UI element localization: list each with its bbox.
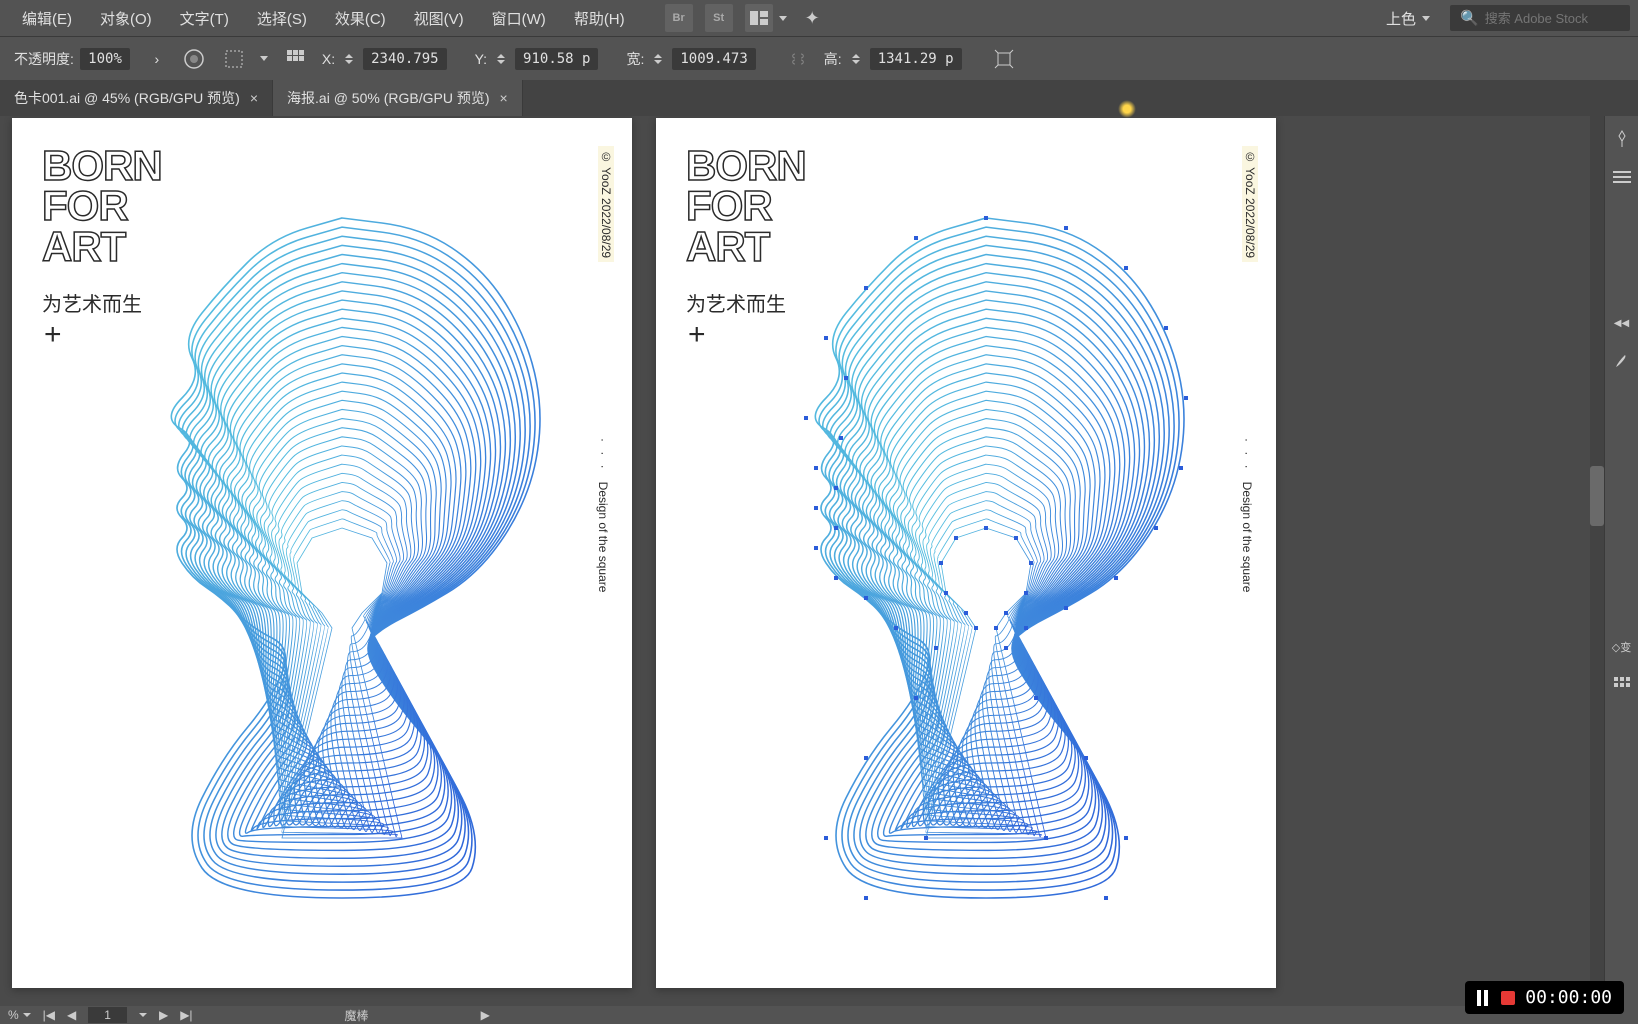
x-label: X: [322, 51, 335, 67]
menu-view[interactable]: 视图(V) [400, 4, 478, 33]
workspace-label: 上色 [1386, 8, 1416, 29]
opacity-label: 不透明度: [14, 49, 74, 69]
gpu-rocket-icon[interactable]: ✦ [805, 8, 820, 29]
isolate-icon[interactable] [990, 45, 1018, 73]
head-blend-art-selected[interactable] [746, 198, 1226, 918]
poster-credit: © YooZ 2022/08/29 [598, 146, 614, 262]
panel-dock: ◀◀ ◇ 变 [1604, 116, 1638, 1006]
expand-panel-icon[interactable]: ◀◀ [1607, 308, 1637, 338]
bridge-icon[interactable]: Br [665, 4, 693, 32]
recorder-time: 00:00:00 [1525, 987, 1612, 1008]
search-input[interactable] [1485, 11, 1620, 26]
opacity-arrow-icon[interactable]: › [148, 47, 166, 71]
chevron-down-icon [1422, 16, 1430, 21]
poster-plus: + [688, 318, 706, 352]
scrollbar-vertical[interactable] [1590, 116, 1604, 1006]
cursor-highlight-icon [1118, 100, 1136, 118]
opacity-control[interactable]: 不透明度: 100% › [14, 47, 166, 71]
menu-type[interactable]: 文字(T) [166, 4, 243, 33]
chevron-down-icon [23, 1013, 31, 1017]
w-label: 宽: [626, 49, 644, 69]
align-icon[interactable] [282, 45, 310, 73]
y-label: Y: [475, 51, 487, 67]
x-value[interactable]: 2340.795 [363, 48, 446, 70]
poster-credit: © YooZ 2022/08/29 [1242, 146, 1258, 262]
screen-recorder-overlay: 00:00:00 [1465, 981, 1624, 1014]
arrange-icon[interactable] [745, 4, 773, 32]
menu-window[interactable]: 窗口(W) [478, 4, 560, 33]
link-wh-icon[interactable] [784, 45, 812, 73]
nav-dropdown-icon[interactable] [139, 1013, 147, 1017]
panel-menu-icon[interactable] [1607, 162, 1637, 192]
nav-first-icon[interactable]: |◀ [43, 1008, 55, 1022]
opacity-value[interactable]: 100% [80, 48, 130, 70]
transform-icon[interactable] [220, 45, 248, 73]
workspace-selector[interactable]: 上色 [1376, 4, 1440, 33]
close-icon[interactable]: × [250, 90, 258, 106]
x-spinner[interactable] [345, 54, 359, 64]
nav-last-icon[interactable]: ▶| [180, 1008, 192, 1022]
record-button[interactable] [1501, 991, 1515, 1005]
transform-dropdown-icon[interactable] [260, 56, 268, 61]
arrange-dropdown-icon[interactable] [779, 16, 787, 21]
nav-next-icon[interactable]: ▶ [159, 1008, 168, 1022]
zoom-display[interactable]: % [8, 1008, 31, 1022]
menu-select[interactable]: 选择(S) [243, 4, 321, 33]
y-spinner[interactable] [497, 54, 511, 64]
pause-button[interactable] [1477, 990, 1491, 1006]
menu-help[interactable]: 帮助(H) [560, 4, 639, 33]
w-value[interactable]: 1009.473 [672, 48, 755, 70]
menu-object[interactable]: 对象(O) [86, 4, 166, 33]
menu-bar: 编辑(E) 对象(O) 文字(T) 选择(S) 效果(C) 视图(V) 窗口(W… [0, 0, 1638, 36]
tab-label: 海报.ai @ 50% (RGB/GPU 预览) [287, 88, 489, 108]
properties-panel-icon[interactable] [1607, 124, 1637, 154]
h-spinner[interactable] [852, 54, 866, 64]
close-icon[interactable]: × [499, 90, 507, 106]
y-value[interactable]: 910.58 p [515, 48, 598, 70]
recolor-icon[interactable] [180, 45, 208, 73]
brushes-panel-icon[interactable] [1607, 346, 1637, 376]
document-tabs: 色卡001.ai @ 45% (RGB/GPU 预览) × 海报.ai @ 50… [0, 80, 1638, 116]
options-bar: 不透明度: 100% › X: 2340.795 Y: 910.58 p 宽: … [0, 36, 1638, 80]
canvas[interactable]: BORN FOR ART 为艺术而生 + © YooZ 2022/08/29 ·… [0, 116, 1638, 1006]
menu-edit[interactable]: 编辑(E) [8, 4, 86, 33]
head-blend-art [102, 198, 582, 918]
h-label: 高: [824, 49, 842, 69]
poster-side-label: · · · Design of the square [596, 438, 610, 592]
tab-doc-0[interactable]: 色卡001.ai @ 45% (RGB/GPU 预览) × [0, 80, 273, 116]
search-stock[interactable]: 🔍 [1450, 5, 1630, 31]
tool-name: 魔棒 [345, 1007, 369, 1024]
artboard-right[interactable]: BORN FOR ART 为艺术而生 + © YooZ 2022/08/29 ·… [656, 118, 1276, 988]
artboard-left[interactable]: BORN FOR ART 为艺术而生 + © YooZ 2022/08/29 ·… [12, 118, 632, 988]
poster-plus: + [44, 318, 62, 352]
play-icon[interactable]: ▶ [481, 1008, 490, 1022]
h-value[interactable]: 1341.29 p [870, 48, 962, 70]
transform-panel-icon[interactable]: ◇ 变 [1607, 632, 1637, 662]
artboard-number[interactable]: 1 [88, 1007, 127, 1023]
tab-label: 色卡001.ai @ 45% (RGB/GPU 预览) [14, 88, 240, 108]
w-spinner[interactable] [654, 54, 668, 64]
tab-doc-1[interactable]: 海报.ai @ 50% (RGB/GPU 预览) × [273, 80, 523, 116]
stock-icon[interactable]: St [705, 4, 733, 32]
menu-effect[interactable]: 效果(C) [321, 4, 400, 33]
nav-prev-icon[interactable]: ◀ [67, 1008, 76, 1022]
poster-side-label: · · · Design of the square [1240, 438, 1254, 592]
search-icon: 🔍 [1460, 9, 1479, 27]
align-panel-icon[interactable] [1607, 670, 1637, 700]
status-bar: % |◀ ◀ 1 ▶ ▶| 魔棒 ▶ [0, 1006, 1638, 1024]
